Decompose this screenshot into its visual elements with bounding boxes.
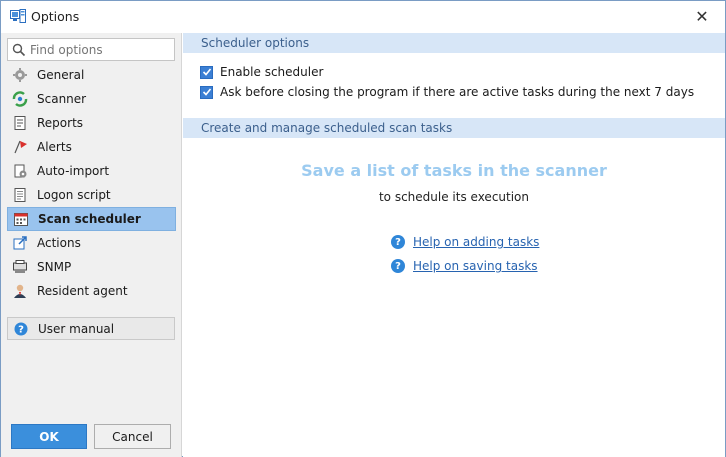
sidebar-item-label: Actions [37,236,81,250]
enable-scheduler-checkbox[interactable]: Enable scheduler [200,63,323,81]
manage-tasks-header: Create and manage scheduled scan tasks [183,118,725,138]
empty-state-subtitle: to schedule its execution [378,190,530,204]
sidebar-item-scanner[interactable]: Scanner [7,87,176,111]
agent-icon [11,282,29,300]
user-manual-button[interactable]: ? User manual [7,317,175,340]
help-saving-tasks-link[interactable]: ? Help on saving tasks [391,257,538,275]
calendar-icon [12,210,30,228]
enable-scheduler-label: Enable scheduler [220,65,324,79]
help-icon: ? [12,320,30,338]
help-adding-tasks-link[interactable]: ? Help on adding tasks [391,233,539,251]
sidebar-item-label: Scanner [37,92,87,106]
app-icon [10,9,26,23]
sidebar: General Scanner [1,33,182,457]
sidebar-item-label: Auto-import [37,164,110,178]
content-panel: Scheduler options Enable scheduler Ask b… [183,33,725,457]
help-saving-tasks-label[interactable]: Help on saving tasks [413,259,538,273]
reports-icon [11,114,29,132]
sidebar-item-reports[interactable]: Reports [7,111,176,135]
alert-flag-icon [11,138,29,156]
cancel-button[interactable]: Cancel [94,424,171,449]
sidebar-item-resident-agent[interactable]: Resident agent [7,279,176,303]
sidebar-item-alerts[interactable]: Alerts [7,135,176,159]
sidebar-item-label: SNMP [37,260,72,274]
scanner-icon [11,90,29,108]
ask-before-closing-label: Ask before closing the program if there … [220,85,695,99]
sidebar-item-actions[interactable]: Actions [7,231,176,255]
help-icon: ? [391,235,405,249]
sidebar-nav: General Scanner Reports Alerts Auto-impo… [7,63,176,303]
sidebar-item-logon-script[interactable]: Logon script [7,183,176,207]
ask-before-closing-checkbox[interactable]: Ask before closing the program if there … [200,83,694,101]
svg-text:?: ? [18,324,24,335]
close-icon: ✕ [695,7,709,26]
sidebar-item-scan-scheduler[interactable]: Scan scheduler [7,207,176,231]
sidebar-item-general[interactable]: General [7,63,176,87]
sidebar-item-auto-import[interactable]: Auto-import [7,159,176,183]
sidebar-item-label: General [37,68,85,82]
search-input[interactable] [30,42,170,57]
snmp-icon [11,258,29,276]
sidebar-item-label: Resident agent [37,284,128,298]
close-button[interactable]: ✕ [679,1,725,32]
checkmark-icon [200,65,213,79]
sidebar-item-label: Scan scheduler [38,212,141,226]
scheduler-options-header: Scheduler options [183,33,725,53]
sidebar-item-label: Reports [37,116,84,130]
help-adding-tasks-label[interactable]: Help on adding tasks [413,235,539,249]
gear-icon [11,66,29,84]
checkmark-icon [200,85,213,99]
sidebar-item-label: Alerts [37,140,72,154]
sidebar-item-label: Logon script [37,188,111,202]
actions-icon [11,234,29,252]
search-icon [8,39,30,60]
auto-import-icon [11,162,29,180]
title-bar: Options ✕ [1,1,725,32]
user-manual-label: User manual [38,321,115,336]
help-icon: ? [391,259,405,273]
sidebar-item-snmp[interactable]: SNMP [7,255,176,279]
window-title: Options [31,9,80,24]
script-icon [11,186,29,204]
search-box[interactable] [7,38,175,61]
ok-button[interactable]: OK [11,424,87,449]
options-window: Options ✕ Find options General Scanner R… [0,0,726,457]
empty-state-title: Save a list of tasks in the scanner [301,161,607,180]
